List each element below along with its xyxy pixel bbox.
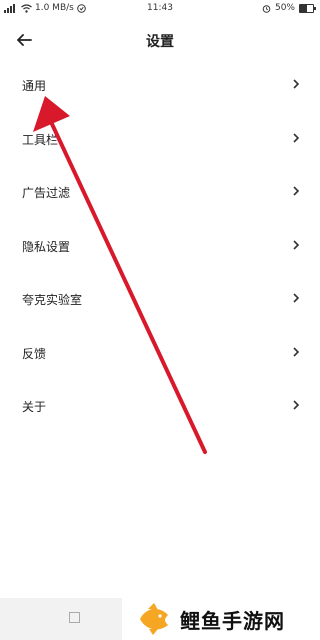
alarm-icon: [262, 4, 271, 13]
fish-logo-icon: [140, 603, 168, 635]
setting-label: 通用: [22, 79, 47, 93]
chevron-right-icon: [293, 293, 300, 303]
chevron-right-icon: [293, 132, 300, 143]
header: 设置: [0, 22, 320, 58]
battery-fill: [300, 4, 307, 12]
setting-label: 关于: [22, 400, 47, 414]
settings-list: 通用 工具栏 广告过滤 隐私设置 夸克实验室 反馈 关于: [0, 60, 320, 435]
setting-row-general[interactable]: 通用: [0, 60, 320, 114]
setting-label: 夸克实验室: [22, 293, 83, 307]
page-title: 设置: [146, 34, 174, 50]
chevron-right-icon: [293, 400, 300, 410]
bottom-nav-bar: 鲤鱼手游网: [0, 598, 320, 640]
setting-label: 隐私设置: [22, 239, 71, 254]
setting-row-privacy[interactable]: 隐私设置: [0, 221, 320, 275]
setting-label: 工具栏: [22, 132, 59, 147]
setting-row-ad-filter[interactable]: 广告过滤: [0, 167, 320, 221]
setting-row-toolbar[interactable]: 工具栏: [0, 114, 320, 168]
home-square-icon[interactable]: [69, 612, 80, 623]
setting-row-about[interactable]: 关于: [0, 381, 320, 435]
battery-percent: 50%: [274, 3, 295, 13]
chevron-right-icon: [293, 186, 300, 196]
chevron-right-icon: [293, 346, 300, 357]
setting-row-feedback[interactable]: 反馈: [0, 328, 320, 382]
battery-icon: [299, 3, 316, 13]
chevron-right-icon: [293, 239, 300, 250]
setting-label: 反馈: [22, 346, 47, 361]
chevron-right-icon: [293, 79, 300, 89]
setting-label: 广告过滤: [22, 186, 71, 200]
status-bar: 1.0 MB/s 11:43 50%: [0, 0, 320, 18]
status-right: 50%: [262, 3, 316, 13]
watermark-text: 鲤鱼手游网: [180, 608, 285, 633]
setting-row-lab[interactable]: 夸克实验室: [0, 274, 320, 328]
watermark: 鲤鱼手游网: [122, 598, 320, 640]
